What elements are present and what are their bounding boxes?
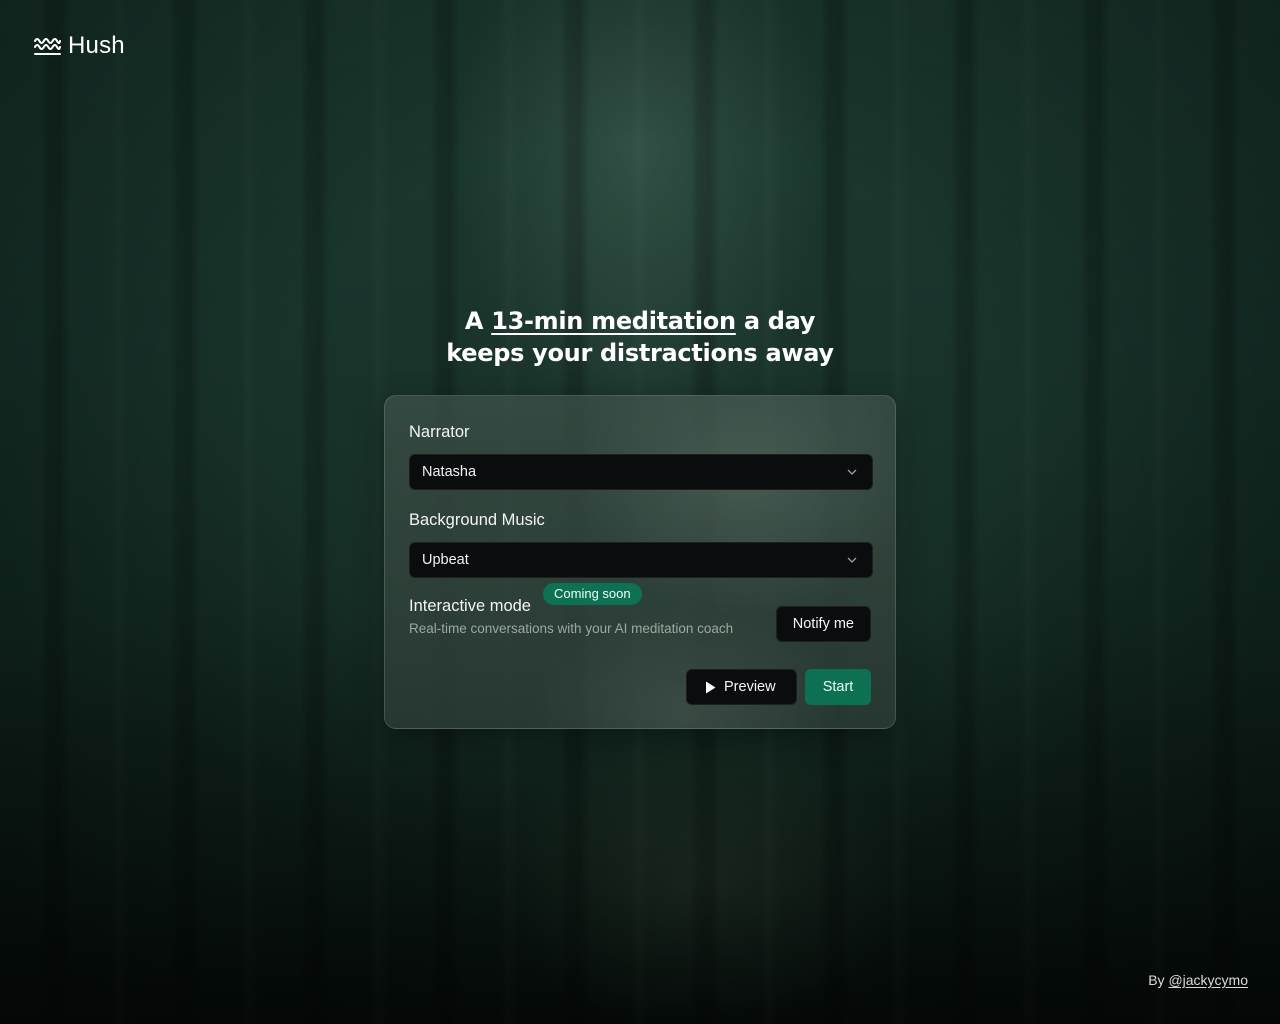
author-credit: By @jackycymo [1148, 972, 1248, 988]
hero-highlight: 13-min meditation [491, 307, 736, 335]
interactive-mode-description: Real-time conversations with your AI med… [409, 621, 734, 636]
hero-suffix: a day [735, 307, 816, 335]
interactive-mode-section: Interactive mode Coming soon Real-time c… [409, 583, 871, 661]
narrator-select[interactable]: Natasha [409, 454, 873, 490]
brand-name: Hush [68, 32, 125, 59]
interactive-mode-title: Interactive mode [409, 597, 531, 615]
brand-logo[interactable]: Hush [34, 32, 125, 60]
meditation-settings-card: Narrator Natasha Background Music Upbeat… [384, 395, 896, 729]
start-button[interactable]: Start [805, 669, 871, 705]
background-music-label: Background Music [409, 511, 545, 529]
author-link[interactable]: @jackycymo [1168, 972, 1248, 988]
chevron-down-icon [847, 557, 857, 563]
byline-prefix: By [1148, 972, 1169, 988]
play-icon [706, 681, 716, 693]
notify-me-button[interactable]: Notify me [775, 606, 871, 642]
preview-button-label: Preview [724, 679, 776, 695]
card-actions: Preview Start [686, 669, 871, 705]
coming-soon-badge: Coming soon [543, 583, 642, 605]
hero-headline: A 13-min meditation a day keeps your dis… [0, 305, 1280, 369]
background-music-select[interactable]: Upbeat [409, 542, 873, 578]
hero-line-2: keeps your distractions away [446, 339, 834, 367]
narrator-select-value: Natasha [422, 464, 477, 480]
background-music-select-value: Upbeat [422, 552, 469, 568]
hero-prefix: A [464, 307, 492, 335]
hero-line-1: A 13-min meditation a day [464, 307, 816, 335]
narrator-label: Narrator [409, 423, 470, 441]
chevron-down-icon [847, 469, 857, 475]
waves-icon [34, 38, 61, 55]
preview-button[interactable]: Preview [686, 669, 797, 705]
